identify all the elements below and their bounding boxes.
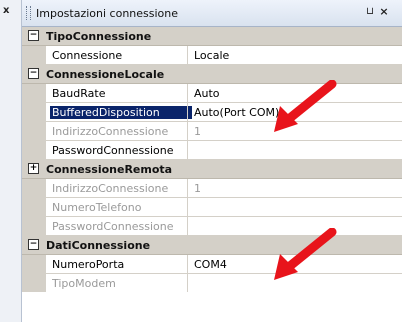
row-margin [22, 274, 46, 292]
grid-empty-area [22, 292, 402, 322]
property-name: IndirizzoConnessione [52, 182, 169, 195]
annotation-arrow-icon [274, 80, 337, 132]
column-divider[interactable] [187, 255, 188, 273]
column-divider[interactable] [187, 122, 188, 140]
property-name: PasswordConnessione [52, 144, 174, 157]
category-row-daticonnessione[interactable]: − DatiConnessione [22, 236, 402, 255]
column-divider[interactable] [187, 84, 188, 102]
property-name: IndirizzoConnessione [52, 125, 169, 138]
drag-grip-icon[interactable] [26, 6, 31, 20]
property-name: NumeroPorta [52, 258, 125, 271]
property-row-selected[interactable]: BufferedDisposition Auto(Port COM) [22, 103, 402, 122]
column-divider[interactable] [187, 217, 188, 235]
row-margin [22, 198, 46, 216]
panel-title: Impostazioni connessione [36, 7, 179, 20]
category-label: TipoConnessione [46, 30, 152, 43]
category-row-tipoconnessione[interactable]: − TipoConnessione [22, 27, 402, 46]
row-margin [22, 179, 46, 197]
category-row-connessioneremota[interactable]: + ConnessioneRemota [22, 160, 402, 179]
property-row[interactable]: TipoModem [22, 274, 402, 293]
close-icon[interactable]: × [378, 5, 390, 19]
property-row[interactable]: IndirizzoConnessione 1 [22, 122, 402, 141]
property-name: Connessione [52, 49, 123, 62]
property-name: TipoModem [52, 277, 116, 290]
property-row[interactable]: PasswordConnessione [22, 217, 402, 236]
category-label: ConnessioneRemota [46, 163, 173, 176]
row-margin [22, 141, 46, 159]
row-margin [22, 103, 46, 121]
column-divider[interactable] [187, 179, 188, 197]
pin-icon[interactable]: ⊔ [364, 5, 376, 19]
property-row[interactable]: NumeroPorta COM4 [22, 255, 402, 274]
panel-titlebar[interactable]: Impostazioni connessione ⊔ × [22, 0, 402, 27]
row-margin [22, 122, 46, 140]
column-divider[interactable] [187, 103, 188, 121]
property-row[interactable]: BaudRate Auto [22, 84, 402, 103]
column-divider[interactable] [187, 141, 188, 159]
category-label: ConnessioneLocale [46, 68, 165, 81]
row-margin [22, 217, 46, 235]
property-name: BaudRate [52, 87, 106, 100]
row-margin [22, 84, 46, 102]
collapse-toggle-icon[interactable]: − [28, 30, 39, 41]
property-row[interactable]: Connessione Locale [22, 46, 402, 65]
left-docked-panel: x [0, 0, 22, 322]
property-name: BufferedDisposition [50, 106, 192, 119]
collapse-toggle-icon[interactable]: − [28, 239, 39, 250]
annotation-arrow-icon [274, 228, 337, 280]
left-panel-close-icon[interactable]: x [3, 5, 9, 16]
column-divider[interactable] [187, 274, 188, 292]
property-row[interactable]: NumeroTelefono [22, 198, 402, 217]
property-name: NumeroTelefono [52, 201, 142, 214]
expand-toggle-icon[interactable]: + [28, 163, 39, 174]
property-name: PasswordConnessione [52, 220, 174, 233]
row-margin [22, 255, 46, 273]
property-row[interactable]: PasswordConnessione [22, 141, 402, 160]
category-row-connessionelocale[interactable]: − ConnessioneLocale [22, 65, 402, 84]
category-label: DatiConnessione [46, 239, 151, 252]
property-grid: − TipoConnessione Connessione Locale − C… [22, 27, 402, 293]
property-value[interactable]: Locale [194, 49, 394, 62]
property-value[interactable]: 1 [194, 182, 394, 195]
collapse-toggle-icon[interactable]: − [28, 68, 39, 79]
column-divider[interactable] [187, 46, 188, 64]
column-divider[interactable] [187, 198, 188, 216]
property-panel: Impostazioni connessione ⊔ × − TipoConne… [22, 0, 402, 322]
row-margin [22, 46, 46, 64]
property-row[interactable]: IndirizzoConnessione 1 [22, 179, 402, 198]
